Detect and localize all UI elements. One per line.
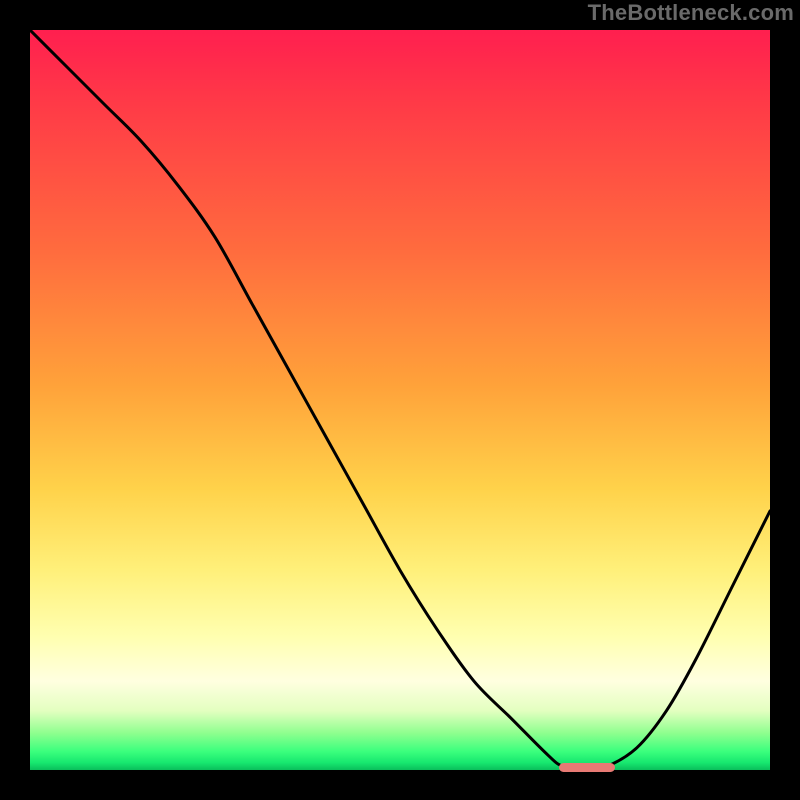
curve-layer bbox=[30, 30, 770, 770]
plot-area bbox=[30, 30, 770, 770]
watermark-label: TheBottleneck.com bbox=[588, 0, 794, 26]
bottleneck-curve bbox=[30, 30, 770, 770]
optimal-marker bbox=[559, 763, 615, 772]
chart-frame: TheBottleneck.com bbox=[0, 0, 800, 800]
